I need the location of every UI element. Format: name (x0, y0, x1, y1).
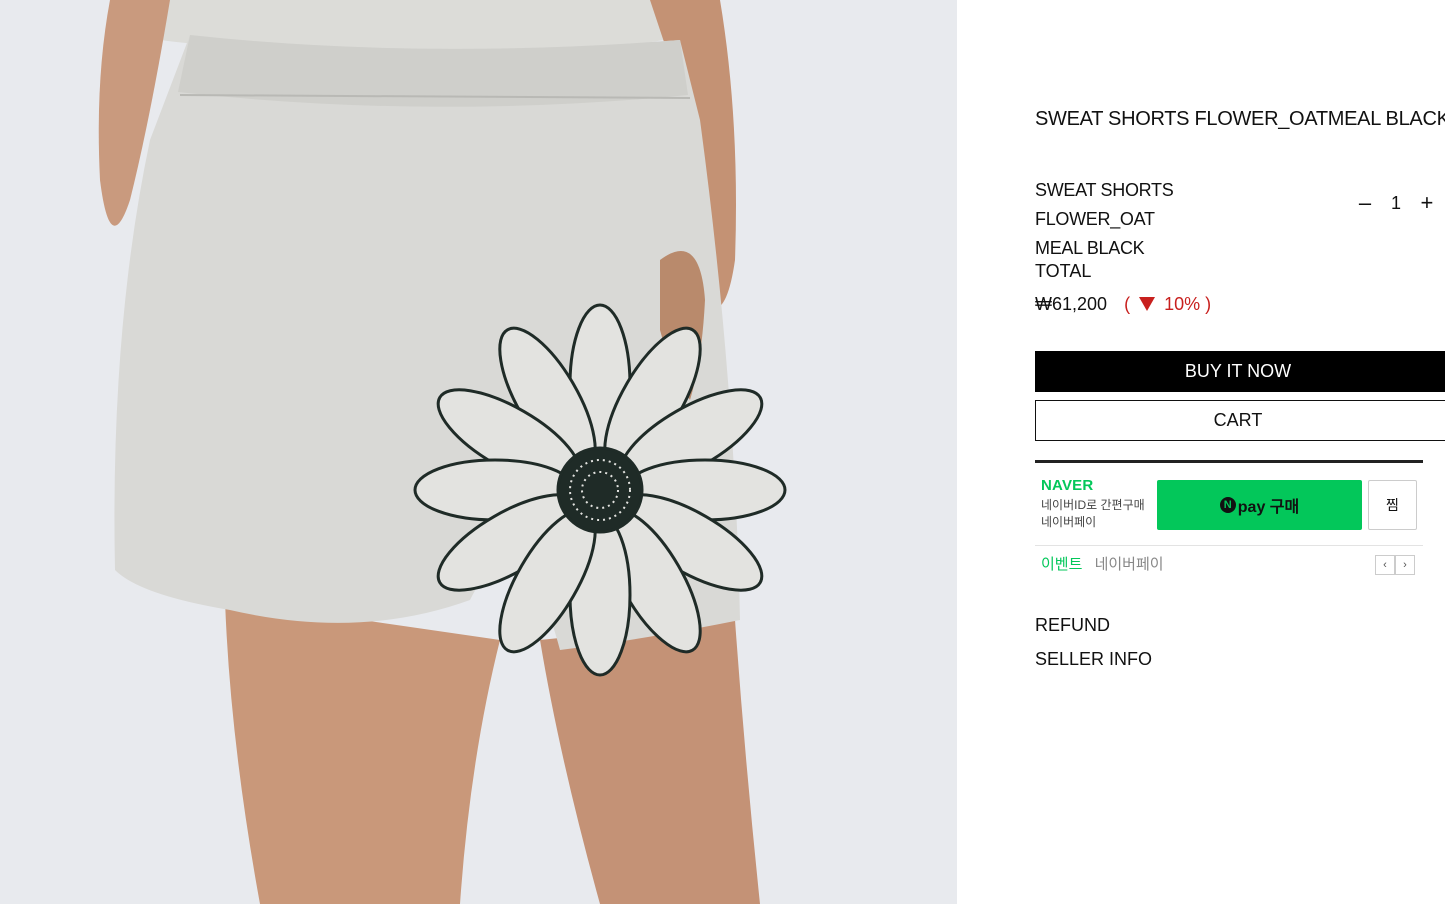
event-pager: ‹ › (1375, 555, 1415, 575)
quantity-increase-button[interactable]: + (1418, 192, 1436, 214)
quantity-stepper: – 1 + (1356, 192, 1436, 214)
wishlist-button[interactable]: 찜 (1368, 480, 1417, 530)
chevron-right-icon[interactable]: › (1395, 555, 1415, 575)
option-name-line-2: MEAL BLACK (1035, 238, 1145, 258)
total-price: ₩61,200 (1035, 294, 1108, 314)
naver-logo: NAVER (1041, 477, 1094, 494)
selected-option-name: SWEAT SHORTS FLOWER_OAT MEAL BLACK (1035, 176, 1295, 263)
product-photo-illustration (0, 0, 957, 904)
cart-label: CART (1213, 410, 1263, 430)
event-label: 이벤트 (1041, 556, 1083, 573)
down-triangle-icon (1139, 297, 1156, 311)
naver-subtitle: 네이버ID로 간편구매 네이버페이 (1041, 497, 1145, 531)
discount-open-paren: ( (1124, 294, 1131, 314)
cart-button[interactable]: CART (1035, 400, 1445, 441)
buy-it-now-label: BUY IT NOW (1184, 361, 1292, 381)
chevron-left-icon[interactable]: ‹ (1375, 555, 1395, 575)
naver-pay-label: pay 구매 (1237, 499, 1300, 516)
total-price-row: ₩61,200 ( 10% ) (1035, 294, 1211, 315)
seller-info-link[interactable]: SELLER INFO (1035, 649, 1152, 670)
product-image (0, 0, 957, 904)
product-info-panel: SWEAT SHORTS FLOWER_OATMEAL BLACK SWEAT … (957, 0, 1445, 904)
discount-badge: ( 10% ) (1124, 294, 1211, 314)
naver-event-row[interactable]: 이벤트 네이버페이 (1041, 553, 1164, 574)
naver-divider (1035, 545, 1423, 546)
quantity-decrease-button[interactable]: – (1356, 192, 1374, 214)
naver-subtitle-line-2: 네이버페이 (1041, 515, 1097, 529)
total-label: TOTAL (1035, 261, 1092, 281)
quantity-value: 1 (1390, 192, 1401, 213)
product-title: SWEAT SHORTS FLOWER_OATMEAL BLACK (1035, 108, 1445, 130)
naver-subtitle-line-1: 네이버ID로 간편구매 (1041, 498, 1145, 512)
naver-n-icon: N (1219, 497, 1236, 513)
buy-it-now-button[interactable]: BUY IT NOW (1035, 351, 1445, 392)
naver-pay-buy-button[interactable]: N pay 구매 (1157, 480, 1362, 530)
discount-value: 10% (1164, 294, 1201, 314)
discount-close-paren: ) (1205, 294, 1212, 314)
naver-pay-widget: NAVER 네이버ID로 간편구매 네이버페이 N pay 구매 찜 이벤트 네… (1035, 460, 1423, 588)
event-text: 네이버페이 (1094, 556, 1164, 573)
option-name-line-1: SWEAT SHORTS FLOWER_OAT (1035, 180, 1174, 229)
refund-link[interactable]: REFUND (1035, 615, 1110, 636)
